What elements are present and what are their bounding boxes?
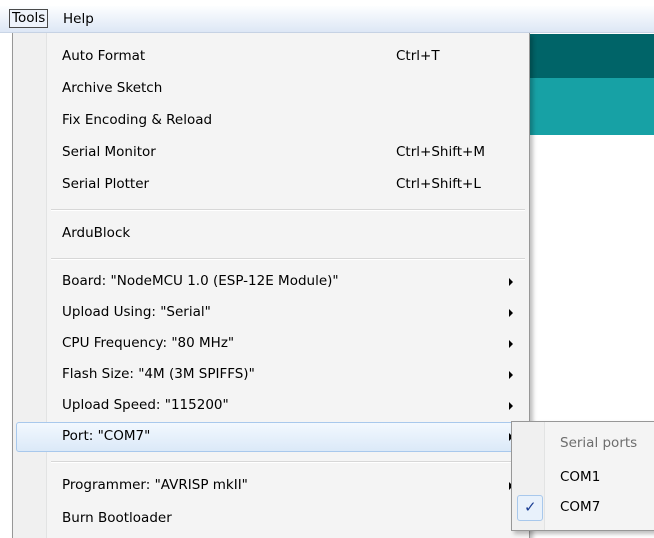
menu-item-label: Serial Monitor [62, 144, 156, 160]
menu-item-board[interactable]: Board: "NodeMCU 1.0 (ESP-12E Module)" [13, 267, 529, 297]
checkmark-icon: ✓ [524, 498, 537, 516]
submenu-arrow-icon [509, 278, 513, 286]
menu-item-ardublock[interactable]: ArduBlock [13, 219, 529, 249]
menu-item-archive-sketch[interactable]: Archive Sketch [13, 74, 529, 104]
menu-item-programmer[interactable]: Programmer: "AVRISP mkII" [13, 471, 529, 501]
submenu-header-serial-ports: Serial ports [512, 429, 654, 459]
menu-item-label: Flash Size: "4M (3M SPIFFS)" [62, 366, 255, 382]
menu-help[interactable]: Help [60, 10, 97, 28]
menu-item-upload-speed[interactable]: Upload Speed: "115200" [13, 391, 529, 421]
menu-item-label: Board: "NodeMCU 1.0 (ESP-12E Module)" [62, 273, 339, 289]
submenu-arrow-icon [509, 309, 513, 317]
menu-item-cpu-frequency[interactable]: CPU Frequency: "80 MHz" [13, 329, 529, 359]
menu-item-label: Port: "COM7" [62, 428, 151, 444]
menu-item-label: Programmer: "AVRISP mkII" [62, 477, 248, 493]
menu-item-fix-encoding-reload[interactable]: Fix Encoding & Reload [13, 106, 529, 136]
menu-separator [51, 461, 525, 463]
menu-item-label: Archive Sketch [62, 80, 163, 96]
menu-item-label: Auto Format [62, 48, 146, 64]
menu-item-upload-using[interactable]: Upload Using: "Serial" [13, 298, 529, 328]
submenu-item-label: COM7 [560, 499, 601, 515]
menu-item-shortcut: Ctrl+Shift+L [396, 176, 481, 192]
port-submenu: Serial ports COM1 ✓ COM7 [511, 421, 654, 531]
menu-item-serial-plotter[interactable]: Serial Plotter Ctrl+Shift+L [13, 170, 529, 200]
submenu-arrow-icon [509, 371, 513, 379]
menu-bar: Tools Help [0, 6, 654, 33]
menu-item-serial-monitor[interactable]: Serial Monitor Ctrl+Shift+M [13, 138, 529, 168]
menu-item-port[interactable]: Port: "COM7" [16, 422, 526, 452]
menu-item-auto-format[interactable]: Auto Format Ctrl+T [13, 42, 529, 72]
menu-separator [51, 258, 525, 260]
menu-tools[interactable]: Tools [9, 9, 49, 28]
menu-item-label: Upload Speed: "115200" [62, 397, 229, 413]
menu-item-label: CPU Frequency: "80 MHz" [62, 335, 235, 351]
menu-item-shortcut: Ctrl+Shift+M [396, 144, 485, 160]
editor-toolbar-background [518, 34, 654, 78]
submenu-item-label: COM1 [560, 469, 601, 485]
menu-item-label: Burn Bootloader [62, 510, 172, 526]
editor-tabs-background [518, 78, 654, 135]
menu-item-label: Upload Using: "Serial" [62, 304, 211, 320]
menu-item-label: Serial Plotter [62, 176, 150, 192]
menu-item-shortcut: Ctrl+T [396, 48, 440, 64]
submenu-item-com1[interactable]: COM1 [512, 463, 654, 493]
menu-separator [51, 209, 525, 211]
menu-item-label: Fix Encoding & Reload [62, 112, 213, 128]
menu-item-burn-bootloader[interactable]: Burn Bootloader [13, 504, 529, 534]
submenu-arrow-icon [509, 402, 513, 410]
menu-item-flash-size[interactable]: Flash Size: "4M (3M SPIFFS)" [13, 360, 529, 390]
submenu-item-com7[interactable]: ✓ COM7 [512, 493, 654, 523]
submenu-arrow-icon [509, 340, 513, 348]
tools-dropdown-menu: Auto Format Ctrl+T Archive Sketch Fix En… [12, 33, 530, 538]
submenu-header-label: Serial ports [560, 435, 638, 451]
menu-item-label: ArduBlock [62, 225, 131, 241]
